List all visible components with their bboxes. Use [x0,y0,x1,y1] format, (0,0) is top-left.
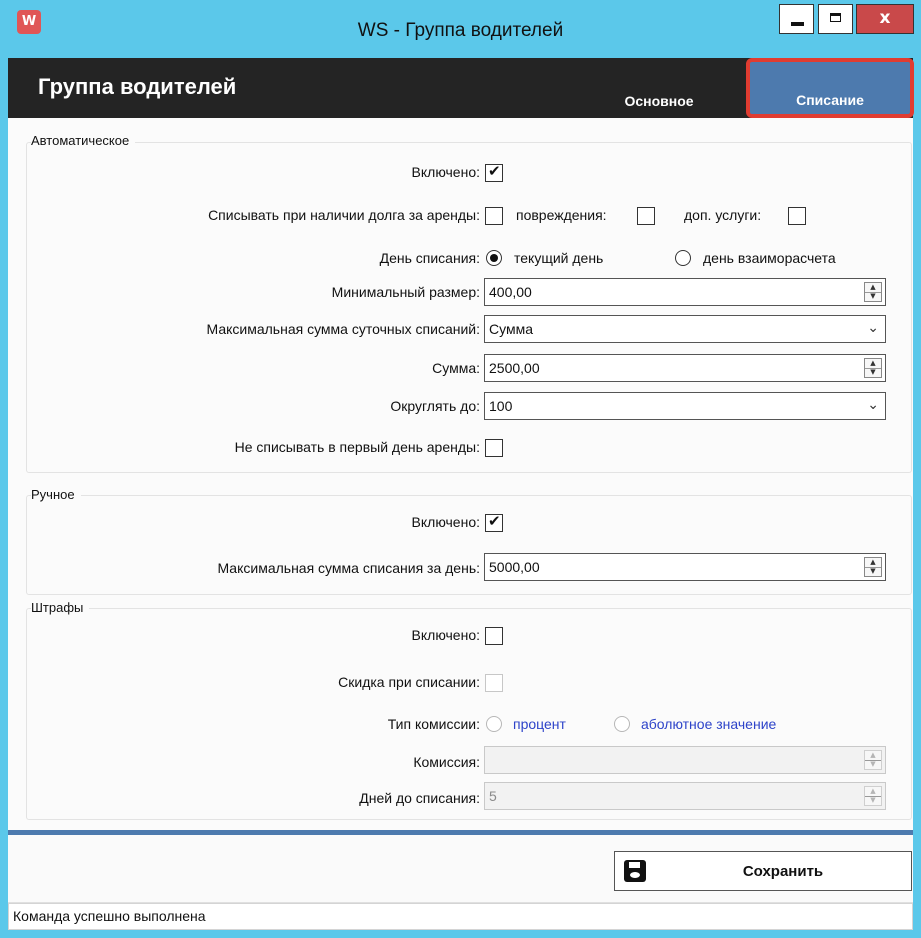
percent-label[interactable]: процент [513,716,566,732]
settlement-day-label[interactable]: день взаиморасчета [703,250,836,266]
no-first-day-label: Не списывать в первый день аренды: [234,439,480,455]
days-label: Дней до списания: [359,790,480,806]
spin-down-icon[interactable]: ▼ [865,796,881,805]
save-button[interactable]: Сохранить [614,851,912,891]
no-first-day-checkbox[interactable] [485,439,503,457]
minimize-button[interactable] [779,4,814,34]
page-header: Группа водителей Основное Списание [8,58,914,118]
floppy-disk-hub [630,872,640,878]
floppy-disk-icon [624,860,646,882]
auto-group [26,142,912,473]
sum-input[interactable]: 2500,00 ▲ ▼ [484,354,886,382]
chevron-down-icon[interactable]: ⌄ [867,397,879,413]
status-bar: Команда успешно выполнена [8,903,913,930]
title-bar[interactable]: W WS - Группа водителей x [0,0,921,58]
spin-down-icon[interactable]: ▼ [865,760,881,769]
auto-enabled-label: Включено: [411,164,480,180]
close-button[interactable]: x [856,4,914,34]
sum-value: 2500,00 [489,360,540,376]
commission-label: Комиссия: [413,754,480,770]
check-mark-icon: ✔ [488,162,501,180]
current-day-radio[interactable] [486,250,502,266]
spin-down-icon[interactable]: ▼ [865,567,881,576]
settlement-day-radio[interactable] [675,250,691,266]
fines-group-title: Штрафы [31,600,90,615]
round-select[interactable]: 100 ⌄ [484,392,886,420]
max-daily-label: Максимальная сумма суточных списаний: [206,321,481,337]
round-label: Округлять до: [390,398,480,414]
percent-radio[interactable] [486,716,502,732]
radio-selected-dot [490,254,498,262]
max-daily-value: Сумма [489,321,533,337]
manual-enabled-label: Включено: [411,514,480,530]
manual-max-input[interactable]: 5000,00 ▲ ▼ [484,553,886,581]
writeoff-day-label: День списания: [379,250,480,266]
tab-writeoff[interactable]: Списание [746,58,914,118]
debt-rent-checkbox[interactable] [485,207,503,225]
floppy-disk-shutter [629,862,640,868]
debt-rent-label: Списывать при наличии долга за аренды: [208,207,480,223]
chevron-down-icon[interactable]: ⌄ [867,320,879,336]
round-value: 100 [489,398,513,414]
maximize-button[interactable] [818,4,853,34]
page-title: Группа водителей [38,74,237,99]
status-text: Команда успешно выполнена [13,908,206,924]
absolute-radio[interactable] [614,716,630,732]
commission-spinner[interactable]: ▲ ▼ [864,750,882,770]
manual-max-spinner[interactable]: ▲ ▼ [864,557,882,577]
commission-input[interactable]: ▲ ▼ [484,746,886,774]
min-amount-label: Минимальный размер: [331,284,480,300]
auto-enabled-checkbox[interactable]: ✔ [485,162,503,182]
services-checkbox[interactable] [788,207,806,225]
check-mark-icon: ✔ [488,512,501,530]
tab-basic[interactable]: Основное [574,58,744,118]
max-daily-select[interactable]: Сумма ⌄ [484,315,886,343]
minimize-icon [791,22,804,26]
auto-group-title: Автоматическое [31,133,136,148]
damage-checkbox[interactable] [637,207,655,225]
min-amount-value: 400,00 [489,284,532,300]
manual-enabled-checkbox[interactable]: ✔ [485,512,503,532]
current-day-label[interactable]: текущий день [514,250,603,266]
close-icon: x [879,8,891,28]
maximize-icon [830,13,841,22]
fines-enabled-checkbox[interactable] [485,627,503,645]
manual-max-label: Максимальная сумма списания за день: [217,560,480,576]
manual-max-value: 5000,00 [489,559,540,575]
absolute-label[interactable]: аболютное значение [641,716,776,732]
sum-label: Сумма: [432,360,480,376]
spin-down-icon[interactable]: ▼ [865,368,881,377]
damage-label: повреждения: [516,207,607,223]
save-button-label: Сохранить [742,863,824,880]
services-label: доп. услуги: [684,207,762,223]
fines-enabled-label: Включено: [411,627,480,643]
sum-spinner[interactable]: ▲ ▼ [864,358,882,378]
min-amount-input[interactable]: 400,00 ▲ ▼ [484,278,886,306]
discount-checkbox[interactable] [485,674,503,692]
commission-type-label: Тип комиссии: [387,716,480,732]
discount-label: Скидка при списании: [338,674,480,690]
days-input[interactable]: 5 ▲ ▼ [484,782,886,810]
manual-group-title: Ручное [31,487,81,502]
app-window: W WS - Группа водителей x Группа водител… [0,0,921,938]
days-spinner[interactable]: ▲ ▼ [864,786,882,806]
days-value: 5 [489,788,497,804]
min-amount-spinner[interactable]: ▲ ▼ [864,282,882,302]
spin-down-icon[interactable]: ▼ [865,292,881,301]
